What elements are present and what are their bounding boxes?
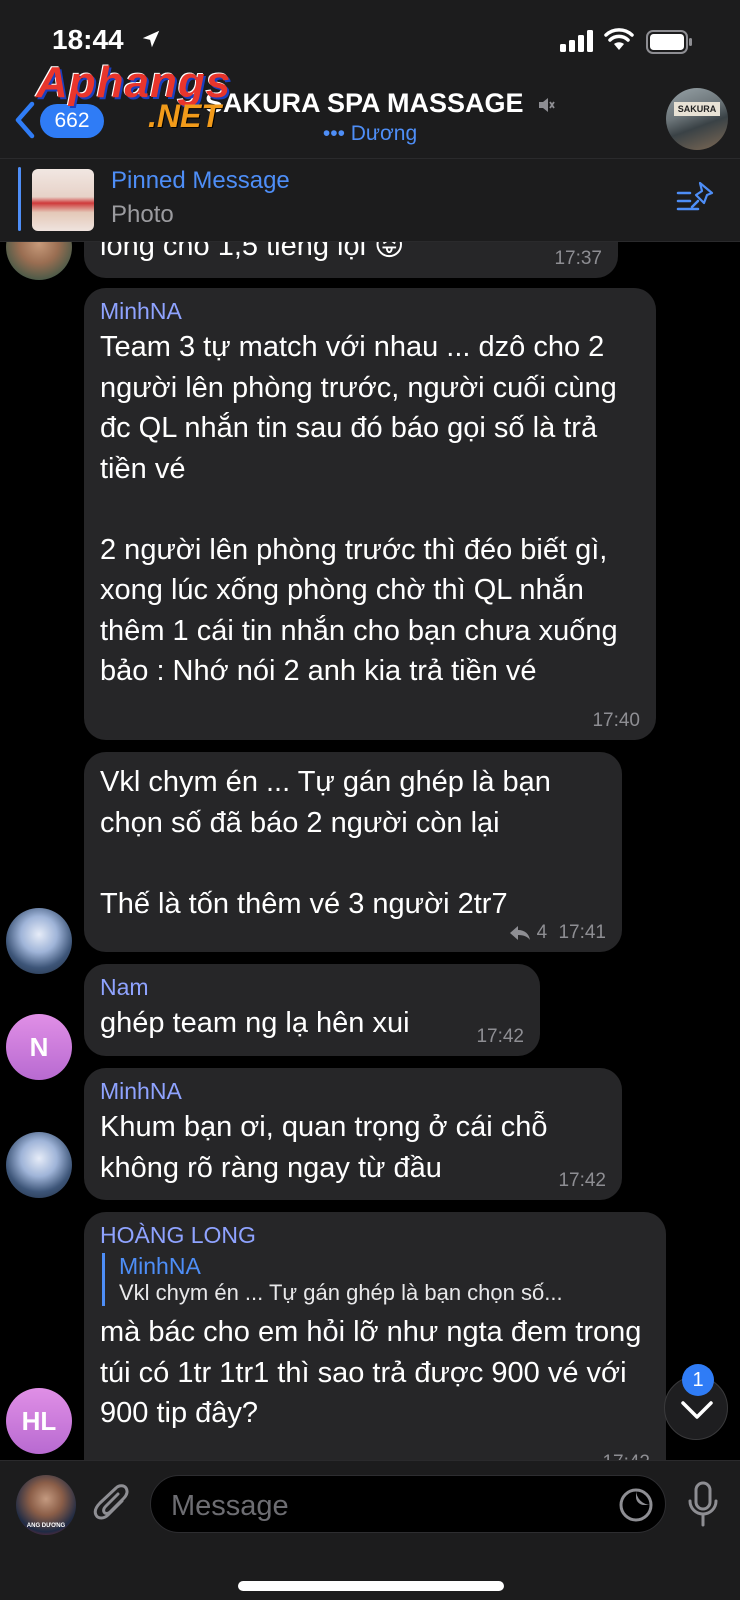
message-sender: Nam — [100, 974, 149, 1000]
chat-header: 662 SAKURA SPA MASSAGE ••• Dương Aphangs… — [0, 58, 740, 158]
sender-avatar[interactable] — [6, 1132, 72, 1198]
watermark-logo-bottom: .NET — [148, 98, 221, 134]
message-bubble[interactable]: lòng cho 1,5 tiếng lội 😝 17:37 — [84, 242, 618, 278]
message-bubble[interactable]: HOÀNG LONG MinhNA Vkl chym én ... Tự gán… — [84, 1212, 666, 1460]
battery-icon — [646, 30, 692, 54]
message-input-placeholder: Message — [171, 1490, 289, 1522]
sender-avatar[interactable]: N — [6, 1014, 72, 1080]
home-indicator[interactable] — [238, 1581, 504, 1591]
status-time: 18:44 — [52, 24, 124, 55]
message-text: Team 3 tự match với nhau ... dzô cho 2 n… — [100, 331, 618, 687]
message-sender: MinhNA — [100, 1078, 182, 1104]
message-bubble[interactable]: MinhNA Khum bạn ơi, quan trọng ở cái chỗ… — [84, 1068, 622, 1200]
message-time: 17:37 — [554, 248, 602, 269]
sender-avatar[interactable] — [6, 908, 72, 974]
message-text: Khum bạn ơi, quan trọng ở cái chỗ không … — [100, 1111, 556, 1184]
location-arrow-icon — [142, 30, 160, 48]
reply-preview[interactable]: MinhNA Vkl chym én ... Tự gán ghép là bạ… — [102, 1253, 650, 1306]
reply-count[interactable]: 4 — [537, 922, 548, 943]
message-bubble[interactable]: Vkl chym én ... Tự gán ghép là bạn chọn … — [84, 752, 622, 952]
send-as-avatar[interactable]: ANG DƯƠNG — [16, 1475, 76, 1535]
message-text: ghép team ng lạ hên xui — [100, 1007, 410, 1039]
message-list[interactable]: lòng cho 1,5 tiếng lội 😝 17:37 MinhNA Te… — [0, 242, 740, 1460]
message-time: 17:42 — [602, 1452, 650, 1460]
pinned-message-bar[interactable]: Pinned Message Photo — [0, 158, 740, 242]
message-bubble[interactable]: Nam ghép team ng lạ hên xui 17:42 — [84, 964, 540, 1056]
message-time: 17:40 — [592, 710, 640, 731]
wifi-icon — [604, 28, 634, 50]
reply-arrow-icon — [510, 925, 531, 940]
muted-speaker-icon — [539, 97, 555, 112]
pinned-subtitle: Photo — [111, 201, 174, 228]
microphone-icon[interactable] — [686, 1481, 720, 1529]
message-sender: MinhNA — [100, 298, 182, 324]
message-time: 17:42 — [476, 1026, 524, 1047]
message-text: Vkl chym én ... Tự gán ghép là bạn chọn … — [100, 766, 551, 920]
pinned-indicator — [18, 167, 21, 231]
pinned-photo-thumbnail — [32, 169, 94, 231]
message-time: 17:42 — [558, 1170, 606, 1191]
message-input[interactable]: Message — [150, 1475, 666, 1533]
new-messages-badge: 1 — [682, 1364, 714, 1396]
message-bubble[interactable]: MinhNA Team 3 tự match với nhau ... dzô … — [84, 288, 656, 740]
sticker-icon[interactable] — [618, 1487, 654, 1523]
message-time: 17:41 — [558, 922, 606, 943]
message-sender: HOÀNG LONG — [100, 1222, 256, 1248]
reply-preview-sender: MinhNA — [119, 1253, 201, 1279]
pinned-list-icon[interactable] — [676, 181, 716, 215]
message-input-bar: ANG DƯƠNG Message — [0, 1460, 740, 1600]
watermark-logo: Aphangs .NET — [36, 58, 266, 136]
message-meta: 4 17:41 — [509, 922, 606, 944]
cellular-signal-icon — [560, 30, 593, 52]
pinned-title: Pinned Message — [111, 167, 290, 194]
paperclip-icon[interactable] — [92, 1483, 132, 1527]
sender-avatar[interactable]: HL — [6, 1388, 72, 1454]
group-avatar[interactable]: SAKURA — [666, 88, 728, 150]
message-text: mà bác cho em hỏi lỡ như ngta đem trong … — [100, 1316, 650, 1429]
reply-preview-text: Vkl chym én ... Tự gán ghép là bạn chọn … — [119, 1280, 563, 1305]
sender-avatar[interactable] — [6, 242, 72, 280]
message-text: lòng cho 1,5 tiếng lội 😝 — [100, 242, 405, 262]
